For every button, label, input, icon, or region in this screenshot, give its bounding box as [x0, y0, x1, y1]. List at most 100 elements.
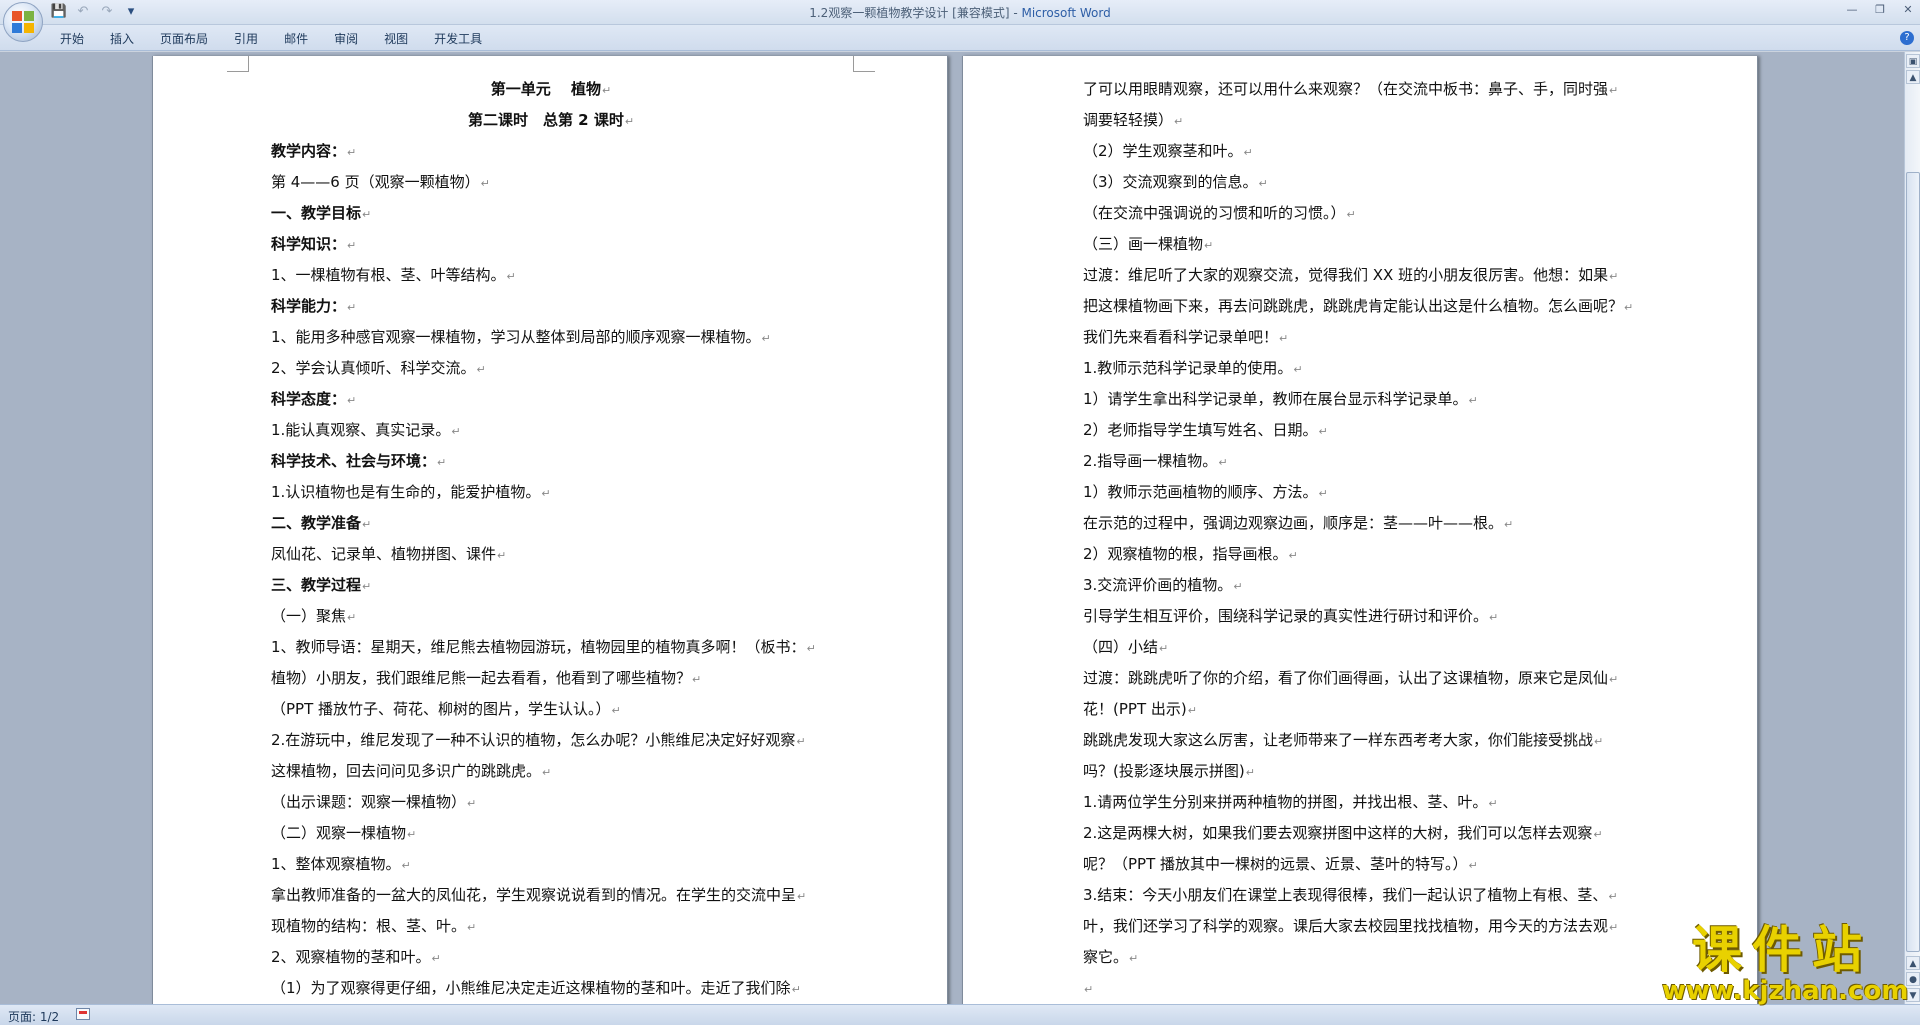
- ribbon-tab[interactable]: 页面布局: [148, 30, 222, 48]
- paragraph-line[interactable]: 教学内容：↵: [271, 136, 831, 167]
- ribbon-tab[interactable]: 开发工具: [422, 30, 496, 48]
- page-count[interactable]: 页面: 1/2: [8, 1008, 59, 1025]
- paragraph-mark-icon: ↵: [1129, 952, 1139, 965]
- paragraph-text: 第 4——6 页（观察一颗植物）: [271, 173, 480, 191]
- paragraph-line[interactable]: 3.结束：今天小朋友们在课堂上表现得很棒，我们一起认识了植物上有根、茎、↵: [1083, 880, 1643, 911]
- office-button[interactable]: [3, 2, 43, 42]
- minimize-icon[interactable]: —: [1844, 2, 1860, 18]
- paragraph-line[interactable]: （二）观察一棵植物↵: [271, 818, 831, 849]
- paragraph-line[interactable]: 过渡：维尼听了大家的观察交流，觉得我们 XX 班的小朋友很厉害。他想：如果↵: [1083, 260, 1643, 291]
- paragraph-line[interactable]: 2、学会认真倾听、科学交流。↵: [271, 353, 831, 384]
- paragraph-text: 科学能力：: [271, 297, 347, 315]
- scroll-up-icon[interactable]: ▲: [1906, 70, 1920, 84]
- ribbon-tab[interactable]: 开始: [48, 30, 98, 48]
- paragraph-line[interactable]: 1）教师示范画植物的顺序、方法。↵: [1083, 477, 1643, 508]
- paragraph-line[interactable]: 1.认识植物也是有生命的，能爱护植物。↵: [271, 477, 831, 508]
- paragraph-mark-icon: ↵: [542, 766, 552, 779]
- paragraph-line[interactable]: （三）画一棵植物↵: [1083, 229, 1643, 260]
- paragraph-text: 2、观察植物的茎和叶。: [271, 948, 431, 966]
- paragraph-mark-icon: ↵: [1609, 921, 1619, 934]
- paragraph-line[interactable]: 过渡：跳跳虎听了你的介绍，看了你们画得画，认出了这课植物，原来它是凤仙↵: [1083, 663, 1643, 694]
- macro-record-icon[interactable]: [76, 1008, 90, 1020]
- paragraph-line[interactable]: 第二课时 总第 2 课时↵: [271, 105, 831, 136]
- ribbon-tab[interactable]: 引用: [222, 30, 272, 48]
- paragraph-line[interactable]: （1）为了观察得更仔细，小熊维尼决定走近这棵植物的茎和叶。走近了我们除↵: [271, 973, 831, 1004]
- ribbon-tab[interactable]: 视图: [372, 30, 422, 48]
- paragraph-line[interactable]: 跳跳虎发现大家这么厉害，让老师带来了一样东西考考大家，你们能接受挑战↵: [1083, 725, 1643, 756]
- paragraph-line[interactable]: 凤仙花、记录单、植物拼图、课件↵: [271, 539, 831, 570]
- page-1-text[interactable]: 第一单元 植物↵ 第二课时 总第 2 课时↵ 教学内容：↵ 第 4——6 页（观察一颗…: [271, 74, 831, 1004]
- paragraph-line[interactable]: 1、教师导语：星期天，维尼熊去植物园游玩，植物园里的植物真多啊！（板书：↵: [271, 632, 831, 663]
- paragraph-line[interactable]: 现植物的结构：根、茎、叶。↵: [271, 911, 831, 942]
- paragraph-line[interactable]: （一）聚焦↵: [271, 601, 831, 632]
- paragraph-line[interactable]: 2、观察植物的茎和叶。↵: [271, 942, 831, 973]
- paragraph-line[interactable]: （在交流中强调说的习惯和听的习惯。）↵: [1083, 198, 1643, 229]
- paragraph-line[interactable]: 花！(PPT 出示)↵: [1083, 694, 1643, 725]
- paragraph-line[interactable]: 2）观察植物的根，指导画根。↵: [1083, 539, 1643, 570]
- ribbon-tab[interactable]: 审阅: [322, 30, 372, 48]
- paragraph-line[interactable]: 1）请学生拿出科学记录单，教师在展台显示科学记录单。↵: [1083, 384, 1643, 415]
- page-2-text[interactable]: 了可以用眼睛观察，还可以用什么来观察？（在交流中板书：鼻子、手，同时强↵ 调要轻轻…: [1083, 74, 1643, 1004]
- paragraph-line[interactable]: 1.教师示范科学记录单的使用。↵: [1083, 353, 1643, 384]
- paragraph-line[interactable]: 1.能认真观察、真实记录。↵: [271, 415, 831, 446]
- previous-page-icon[interactable]: ▲: [1906, 956, 1920, 970]
- paragraph-line[interactable]: 叶，我们还学习了科学的观察。课后大家去校园里找找植物，用今天的方法去观↵: [1083, 911, 1643, 942]
- paragraph-text: 现植物的结构：根、茎、叶。: [271, 917, 467, 935]
- paragraph-text: 了可以用眼睛观察，还可以用什么来观察？（在交流中板书：鼻子、手，同时强: [1083, 80, 1609, 98]
- paragraph-line[interactable]: 引导学生相互评价，围绕科学记录的真实性进行研讨和评价。↵: [1083, 601, 1643, 632]
- paragraph-mark-icon: ↵: [797, 890, 807, 903]
- ruler-toggle-icon[interactable]: ▣: [1906, 54, 1920, 68]
- paragraph-line[interactable]: 3.交流评价画的植物。↵: [1083, 570, 1643, 601]
- paragraph-line[interactable]: 1、能用多种感官观察一棵植物，学习从整体到局部的顺序观察一棵植物。↵: [271, 322, 831, 353]
- paragraph-line[interactable]: 1、整体观察植物。↵: [271, 849, 831, 880]
- page-1[interactable]: 第一单元 植物↵ 第二课时 总第 2 课时↵ 教学内容：↵ 第 4——6 页（观察一颗…: [152, 56, 948, 1004]
- help-icon[interactable]: ?: [1900, 31, 1914, 45]
- title-separator: -: [1009, 6, 1022, 20]
- paragraph-line[interactable]: （PPT 播放竹子、荷花、柳树的图片，学生认认。）↵: [271, 694, 831, 725]
- vertical-scrollbar[interactable]: ▣ ▲ ▲ ● ▼: [1904, 52, 1920, 1004]
- paragraph-line[interactable]: 调要轻轻摸）↵: [1083, 105, 1643, 136]
- scroll-thumb[interactable]: [1906, 172, 1920, 952]
- select-browse-object-icon[interactable]: ●: [1906, 972, 1920, 986]
- paragraph-line[interactable]: 2）老师指导学生填写姓名、日期。↵: [1083, 415, 1643, 446]
- paragraph-line[interactable]: 2.指导画一棵植物。↵: [1083, 446, 1643, 477]
- close-icon[interactable]: ✕: [1900, 2, 1916, 18]
- paragraph-line[interactable]: 察它。↵: [1083, 942, 1643, 973]
- paragraph-line[interactable]: （出示课题：观察一棵植物）↵: [271, 787, 831, 818]
- paragraph-line[interactable]: （2）学生观察茎和叶。↵: [1083, 136, 1643, 167]
- paragraph-line[interactable]: 植物）小朋友，我们跟维尼熊一起去看看，他看到了哪些植物？↵: [271, 663, 831, 694]
- page-2[interactable]: 了可以用眼睛观察，还可以用什么来观察？（在交流中板书：鼻子、手，同时强↵ 调要轻轻…: [962, 56, 1758, 1004]
- ribbon-tab[interactable]: 插入: [98, 30, 148, 48]
- paragraph-line[interactable]: 科学知识：↵: [271, 229, 831, 260]
- restore-icon[interactable]: ❐: [1872, 2, 1888, 18]
- crop-mark: [853, 56, 875, 72]
- paragraph-line[interactable]: 了可以用眼睛观察，还可以用什么来观察？（在交流中板书：鼻子、手，同时强↵: [1083, 74, 1643, 105]
- paragraph-line[interactable]: ↵: [1083, 973, 1643, 1004]
- paragraph-mark-icon: ↵: [1468, 859, 1478, 872]
- paragraph-line[interactable]: （四）小结↵: [1083, 632, 1643, 663]
- paragraph-line[interactable]: 在示范的过程中，强调边观察边画，顺序是：茎——叶——根。↵: [1083, 508, 1643, 539]
- paragraph-line[interactable]: 这棵植物，回去问问见多识广的跳跳虎。↵: [271, 756, 831, 787]
- paragraph-line[interactable]: 1.请两位学生分别来拼两种植物的拼图，并找出根、茎、叶。↵: [1083, 787, 1643, 818]
- paragraph-line[interactable]: 第 4——6 页（观察一颗植物）↵: [271, 167, 831, 198]
- paragraph-mark-icon: ↵: [1608, 890, 1618, 903]
- ribbon-tab-bar: 开始 插入 页面布局 引用 邮件 审阅 视图 开发工具 ?: [0, 25, 1920, 51]
- paragraph-line[interactable]: （3）交流观察到的信息。↵: [1083, 167, 1643, 198]
- ribbon-tab[interactable]: 邮件: [272, 30, 322, 48]
- paragraph-line[interactable]: 我们先来看看科学记录单吧！↵: [1083, 322, 1643, 353]
- paragraph-line[interactable]: 科学能力：↵: [271, 291, 831, 322]
- paragraph-line[interactable]: 第一单元 植物↵: [271, 74, 831, 105]
- next-page-icon[interactable]: ▼: [1906, 988, 1920, 1002]
- paragraph-line[interactable]: 呢？（PPT 播放其中一棵树的远景、近景、茎叶的特写。）↵: [1083, 849, 1643, 880]
- paragraph-line[interactable]: 拿出教师准备的一盆大的凤仙花，学生观察说说看到的情况。在学生的交流中呈↵: [271, 880, 831, 911]
- paragraph-line[interactable]: 科学态度：↵: [271, 384, 831, 415]
- paragraph-line[interactable]: 把这棵植物画下来，再去问跳跳虎，跳跳虎肯定能认出这是什么植物。怎么画呢？↵: [1083, 291, 1643, 322]
- paragraph-line[interactable]: 吗？(投影逐块展示拼图)↵: [1083, 756, 1643, 787]
- paragraph-line[interactable]: 1、一棵植物有根、茎、叶等结构。↵: [271, 260, 831, 291]
- paragraph-line[interactable]: 三、教学过程↵: [271, 570, 831, 601]
- paragraph-line[interactable]: 2.这是两棵大树，如果我们要去观察拼图中这样的大树，我们可以怎样去观察↵: [1083, 818, 1643, 849]
- paragraph-line[interactable]: 2.在游玩中，维尼发现了一种不认识的植物，怎么办呢？小熊维尼决定好好观察↵: [271, 725, 831, 756]
- paragraph-line[interactable]: 一、教学目标↵: [271, 198, 831, 229]
- paragraph-line[interactable]: 科学技术、社会与环境：↵: [271, 446, 831, 477]
- paragraph-line[interactable]: 二、教学准备↵: [271, 508, 831, 539]
